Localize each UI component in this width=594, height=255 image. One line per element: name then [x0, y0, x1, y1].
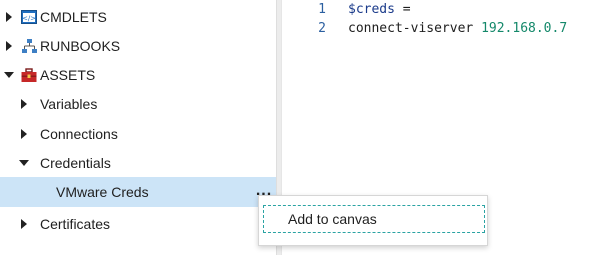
tree-item-label: CMDLETS: [40, 9, 107, 25]
tree-item-label: RUNBOOKS: [40, 38, 121, 54]
code-text: $creds =: [348, 2, 411, 17]
expand-caret-icon[interactable]: [4, 40, 14, 51]
tree-item-label: Variables: [40, 96, 98, 112]
expand-caret-icon[interactable]: [19, 218, 29, 229]
code-text: connect-viserver 192.168.0.7: [348, 21, 567, 36]
tree-item-label: VMware Creds: [56, 184, 149, 200]
tree-item-label: Credentials: [40, 155, 111, 171]
tree-item-assets[interactable]: ASSETS: [0, 60, 276, 90]
variable-token: $creds: [348, 2, 395, 17]
tree-item-certificates[interactable]: Certificates: [0, 209, 276, 239]
operator-token: =: [394, 2, 411, 17]
runbook-hierarchy-icon: [21, 38, 37, 54]
tree-item-runbooks[interactable]: RUNBOOKS: [0, 31, 276, 61]
line-number: 1: [318, 2, 326, 17]
tree-item-credentials[interactable]: Credentials: [0, 148, 276, 178]
line-number: 2: [318, 21, 326, 36]
tree-item-label: Connections: [40, 126, 118, 142]
tree-item-label: ASSETS: [40, 67, 96, 83]
expand-caret-icon[interactable]: [19, 128, 29, 139]
context-menu: Add to canvas: [258, 195, 488, 246]
toolbox-icon: [21, 67, 37, 83]
svg-text:</>: </>: [22, 15, 36, 23]
asset-tree-panel: </> CMDLETS RUNBOOKS ASSETS Variables Co…: [0, 0, 276, 255]
tree-item-cmdlets[interactable]: </> CMDLETS: [0, 2, 276, 32]
collapse-caret-icon[interactable]: [19, 157, 29, 167]
tree-item-vmware-creds[interactable]: VMware Creds ...: [0, 177, 276, 207]
editor-line: 2 connect-viserver 192.168.0.7: [282, 21, 594, 41]
tree-item-variables[interactable]: Variables: [0, 89, 276, 119]
editor-line: 1 $creds =: [282, 2, 594, 22]
tree-item-label: Certificates: [40, 216, 111, 232]
tree-item-connections[interactable]: Connections: [0, 119, 276, 149]
ip-literal-token: 192.168.0.7: [481, 21, 568, 36]
expand-caret-icon[interactable]: [4, 11, 14, 22]
cmdlet-icon: </>: [21, 9, 37, 25]
add-to-canvas-menu-item[interactable]: Add to canvas: [263, 205, 485, 233]
command-token: connect-viserver: [348, 21, 482, 36]
collapse-caret-icon[interactable]: [4, 69, 14, 79]
expand-caret-icon[interactable]: [19, 98, 29, 109]
